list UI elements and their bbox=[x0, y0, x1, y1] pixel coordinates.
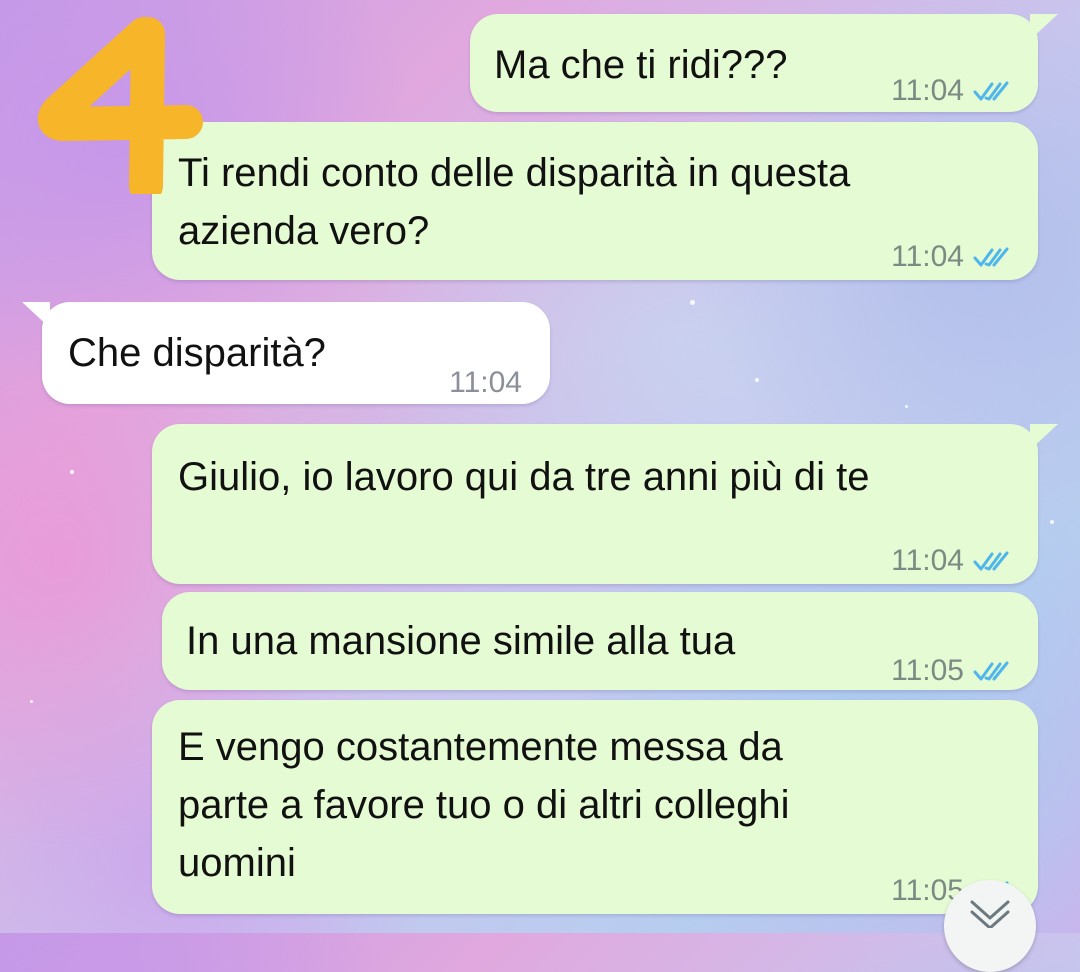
message-meta: 11:04 bbox=[891, 532, 1012, 590]
outgoing-message-bubble[interactable]: E vengo costantemente messa da parte a f… bbox=[152, 700, 1038, 914]
message-meta: 11:04 bbox=[449, 354, 522, 412]
outgoing-message-bubble[interactable]: Ma che ti ridi??? 11:04 bbox=[470, 14, 1058, 112]
scroll-to-bottom-button[interactable] bbox=[944, 880, 1036, 972]
outgoing-message-bubble[interactable]: Ti rendi conto delle disparità in questa… bbox=[152, 122, 1038, 280]
step-number-overlay bbox=[37, 17, 203, 194]
message-meta: 11:04 bbox=[891, 228, 1012, 286]
message-time: 11:05 bbox=[891, 654, 964, 687]
message-text: Che disparità? bbox=[68, 331, 326, 375]
message-meta: 11:04 bbox=[891, 62, 1012, 120]
message-text: E vengo costantemente messa da parte a f… bbox=[178, 725, 790, 885]
message-text: Ma che ti ridi??? bbox=[494, 43, 788, 87]
message-text: Ti rendi conto delle disparità in questa… bbox=[178, 151, 851, 253]
incoming-message-bubble[interactable]: Che disparità? 11:04 bbox=[22, 302, 550, 404]
message-text: Giulio, io lavoro qui da tre anni più di… bbox=[178, 455, 870, 499]
message-time: 11:04 bbox=[891, 240, 964, 273]
message-time: 11:04 bbox=[891, 74, 964, 107]
message-meta: 11:05 bbox=[891, 642, 1012, 700]
chevron-down-icon bbox=[970, 900, 1010, 928]
outgoing-message-bubble[interactable]: In una mansione simile alla tua 11:05 bbox=[162, 592, 1038, 690]
message-time: 11:04 bbox=[449, 366, 522, 399]
read-ticks-icon bbox=[973, 551, 1009, 571]
read-ticks-icon bbox=[973, 247, 1009, 267]
outgoing-message-bubble[interactable]: Giulio, io lavoro qui da tre anni più di… bbox=[152, 424, 1058, 584]
message-text: In una mansione simile alla tua bbox=[186, 619, 736, 663]
read-ticks-icon bbox=[973, 661, 1009, 681]
read-ticks-icon bbox=[973, 81, 1009, 101]
message-time: 11:04 bbox=[891, 544, 964, 577]
